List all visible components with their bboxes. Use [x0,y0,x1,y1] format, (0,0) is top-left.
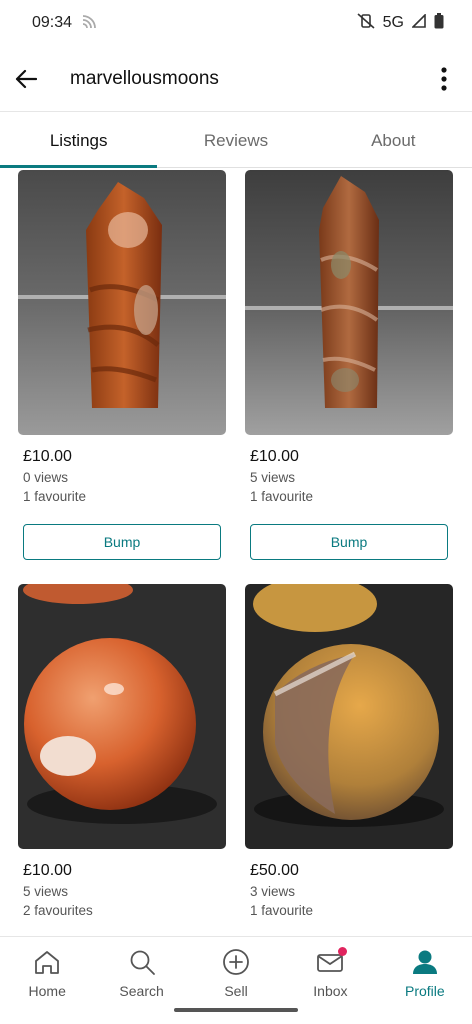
signal-icon [411,12,426,33]
status-bar: 09:34 5G [0,0,472,46]
nav-label: Profile [404,983,445,999]
nav-profile[interactable]: Profile [378,937,472,1024]
listings-grid: £10.00 0 views 1 favourite Bump £10.00 5… [0,168,472,936]
tab-listings[interactable]: Listings [0,114,158,168]
listing-favourites: 2 favourites [23,903,93,918]
listing-favourites: 1 favourite [23,489,87,504]
listing-views: 5 views [250,470,296,485]
listing-favourites: 1 favourite [250,489,314,504]
battery-icon [434,12,444,34]
nav-home[interactable]: Home [0,937,94,1024]
cast-icon [82,14,100,33]
listing-views: 0 views [23,470,69,485]
listing-photo[interactable] [245,584,453,849]
listing-card[interactable]: £10.00 5 views 2 favourites [18,584,226,918]
vibrate-off-icon [357,12,375,34]
network-type: 5G [382,14,404,31]
page-title: marvellousmoons [70,67,219,89]
nav-label: Search [119,983,164,999]
nav-label: Home [28,983,66,999]
app-bar: marvellousmoons [0,46,472,112]
listing-price: £50.00 [250,862,299,879]
plus-circle-icon [221,947,251,977]
listing-photo[interactable] [245,170,453,435]
tab-about[interactable]: About [315,114,472,167]
listing-views: 5 views [23,884,69,899]
listing-photo[interactable] [18,170,226,435]
home-icon [32,947,62,977]
listing-price: £10.00 [250,448,299,465]
more-vertical-icon [441,66,447,91]
back-button[interactable] [14,67,38,91]
listing-photo[interactable] [18,584,226,849]
listing-price: £10.00 [23,448,72,465]
nav-label: Sell [224,983,248,999]
search-icon [127,947,157,977]
listing-card[interactable]: £50.00 3 views 1 favourite [245,584,453,918]
arrow-left-icon [15,69,37,88]
notification-badge [338,947,348,956]
status-time: 09:34 [32,14,73,31]
tab-reviews[interactable]: Reviews [157,114,314,167]
nav-label: Inbox [313,983,348,999]
listing-card[interactable]: £10.00 5 views 1 favourite Bump [245,170,453,560]
bump-button[interactable]: Bump [23,524,221,560]
listing-price: £10.00 [23,862,72,879]
person-icon [410,947,440,977]
listing-views: 3 views [250,884,296,899]
profile-tabs: Listings Reviews About [0,114,472,168]
overflow-menu-button[interactable] [430,65,458,93]
listing-favourites: 1 favourite [250,903,314,918]
mail-icon [315,947,348,977]
bump-button[interactable]: Bump [250,524,448,560]
listing-card[interactable]: £10.00 0 views 1 favourite Bump [18,170,226,560]
home-indicator [174,1008,298,1012]
